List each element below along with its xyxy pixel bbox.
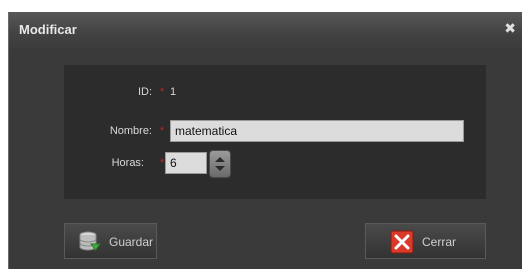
background-strip xyxy=(0,0,522,12)
cerrar-label: Cerrar xyxy=(422,235,457,249)
nombre-input[interactable] xyxy=(170,120,464,142)
id-value: 1 xyxy=(170,86,177,98)
horas-input[interactable] xyxy=(165,152,207,174)
close-x-red-icon xyxy=(390,230,414,254)
id-row: ID: * 1 xyxy=(64,79,486,105)
id-label: ID: xyxy=(137,86,152,98)
modificar-dialog: Modificar ✖ ID: * 1 Nombre: * Horas: * xyxy=(8,12,522,269)
horas-row: Horas: * xyxy=(64,150,486,178)
close-icon[interactable]: ✖ xyxy=(504,20,516,36)
guardar-label: Guardar xyxy=(109,235,154,249)
guardar-button[interactable]: Guardar xyxy=(64,223,157,259)
id-required-marker: * xyxy=(160,86,165,98)
cerrar-button[interactable]: Cerrar xyxy=(365,223,486,259)
nombre-row: Nombre: * xyxy=(64,118,486,144)
horas-required-marker: * xyxy=(160,157,165,169)
nombre-label: Nombre: xyxy=(109,125,152,137)
nombre-required-marker: * xyxy=(160,125,165,137)
horas-stepper[interactable] xyxy=(209,150,231,178)
dialog-title: Modificar xyxy=(19,22,77,37)
dialog-titlebar[interactable]: Modificar ✖ xyxy=(9,12,522,49)
form-panel: ID: * 1 Nombre: * Horas: * xyxy=(64,65,486,199)
stepper-arrows-icon xyxy=(215,157,225,171)
database-save-icon xyxy=(79,231,101,251)
horas-label: Horas: xyxy=(111,157,144,169)
